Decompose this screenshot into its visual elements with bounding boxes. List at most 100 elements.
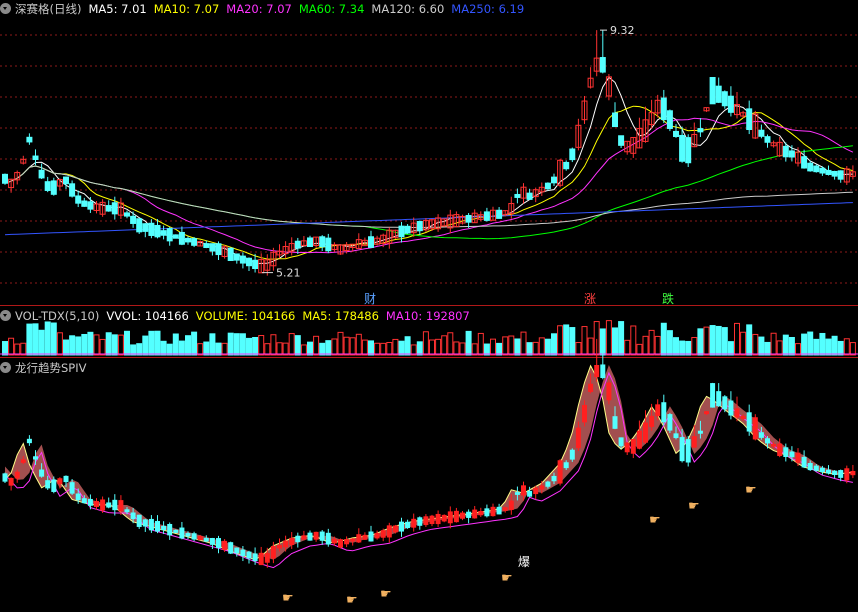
volume-bar: [325, 340, 332, 356]
volume-bar: [172, 333, 179, 356]
candle: [758, 129, 765, 137]
volume-bar: [709, 325, 716, 356]
candle: [166, 228, 173, 242]
candle: [246, 257, 252, 267]
volume-bar: [691, 337, 698, 356]
ind-candle: [246, 551, 252, 559]
volume-bar: [2, 341, 8, 356]
ind-candle: [679, 437, 685, 462]
ind-candle: [795, 452, 801, 463]
candle: [130, 215, 137, 224]
volume-bar: [343, 336, 350, 356]
ind-candle: [344, 539, 350, 545]
hand-pointer-icon: ☛: [649, 513, 661, 528]
volume-bar: [276, 342, 283, 356]
ind-candle: [197, 536, 203, 541]
ind-candle: [447, 511, 453, 524]
ind-candle: [502, 507, 508, 511]
event-marker: 财: [364, 292, 376, 306]
ind-candle: [411, 518, 417, 528]
volume-bar: [386, 341, 393, 356]
high-price-label: 9.32: [610, 24, 635, 37]
candle: [319, 236, 326, 248]
burst-label: 爆: [518, 555, 530, 569]
volume-bar: [300, 344, 307, 356]
ind-candle: [807, 462, 813, 471]
volume-bar: [471, 343, 478, 356]
ind-candle: [270, 546, 276, 559]
ind-candle: [380, 530, 386, 538]
volume-bar: [50, 322, 57, 356]
ind-candle: [704, 411, 709, 415]
ind-candle: [673, 433, 679, 439]
ind-candle: [167, 523, 173, 536]
volume-bar: [782, 334, 789, 356]
volume-bar: [422, 331, 429, 356]
ind-candle: [728, 400, 734, 416]
stock-chart[interactable]: 9.32 5.21 财 涨 跌爆 ☛ ☛ ☛ ☛ ☛ ☛ ☛: [0, 0, 858, 612]
volume-bar: [624, 339, 631, 356]
ind-candle: [222, 540, 228, 550]
volume-bar: [453, 341, 460, 356]
volume-bar: [483, 343, 490, 356]
candle: [569, 148, 576, 161]
ind-candle: [600, 364, 606, 379]
volume-bar: [111, 334, 118, 356]
event-marker: 涨: [584, 291, 596, 306]
candle: [496, 209, 503, 219]
candle: [599, 57, 606, 73]
volume-bar: [807, 331, 814, 356]
ind-candle: [319, 531, 325, 541]
volume-bar: [294, 335, 301, 356]
volume-bar: [154, 330, 161, 356]
candle: [111, 202, 118, 215]
candle: [398, 225, 405, 238]
candle: [178, 231, 185, 245]
ind-candle: [624, 442, 630, 453]
volume-bar: [435, 338, 442, 356]
ind-candle: [368, 531, 374, 542]
volume-bar: [99, 338, 106, 356]
ind-candle: [45, 480, 51, 489]
candle: [136, 218, 143, 233]
volume-bar: [721, 327, 728, 356]
ind-candle: [539, 485, 545, 490]
ind-candle: [563, 462, 569, 469]
volume-bar: [679, 340, 686, 356]
volume-bar: [813, 338, 820, 356]
candle: [697, 128, 704, 133]
ind-candle: [649, 415, 655, 427]
volume-bar: [520, 331, 527, 356]
candle: [837, 170, 844, 180]
candle: [325, 237, 332, 252]
candle: [172, 234, 179, 239]
hand-pointer-icon: ☛: [688, 499, 700, 514]
ind-candle: [155, 521, 160, 532]
candle: [239, 255, 246, 264]
volume-bar: [648, 329, 655, 356]
ind-candle: [752, 417, 758, 440]
volume-bar: [630, 325, 637, 356]
candle: [75, 195, 82, 204]
volume-bar: [490, 338, 496, 356]
ind-candle: [588, 383, 594, 392]
ind-candle: [423, 516, 429, 526]
volume-bar: [252, 337, 259, 356]
candle: [612, 112, 618, 128]
ind-candle: [136, 514, 142, 527]
candle: [764, 136, 771, 143]
volume-bar: [398, 340, 405, 356]
candle: [191, 238, 198, 246]
ind-candle: [386, 525, 392, 538]
ind-candle: [240, 549, 246, 557]
volume-bar: [496, 342, 503, 356]
ind-candle: [179, 527, 185, 539]
volume-bar: [63, 339, 69, 356]
volume-bar: [849, 342, 856, 356]
candle: [673, 130, 679, 137]
candle: [544, 182, 551, 190]
volume-bar: [130, 344, 137, 356]
ind-candle: [289, 537, 295, 545]
volume-bar: [26, 323, 33, 356]
ind-candle: [264, 553, 270, 563]
